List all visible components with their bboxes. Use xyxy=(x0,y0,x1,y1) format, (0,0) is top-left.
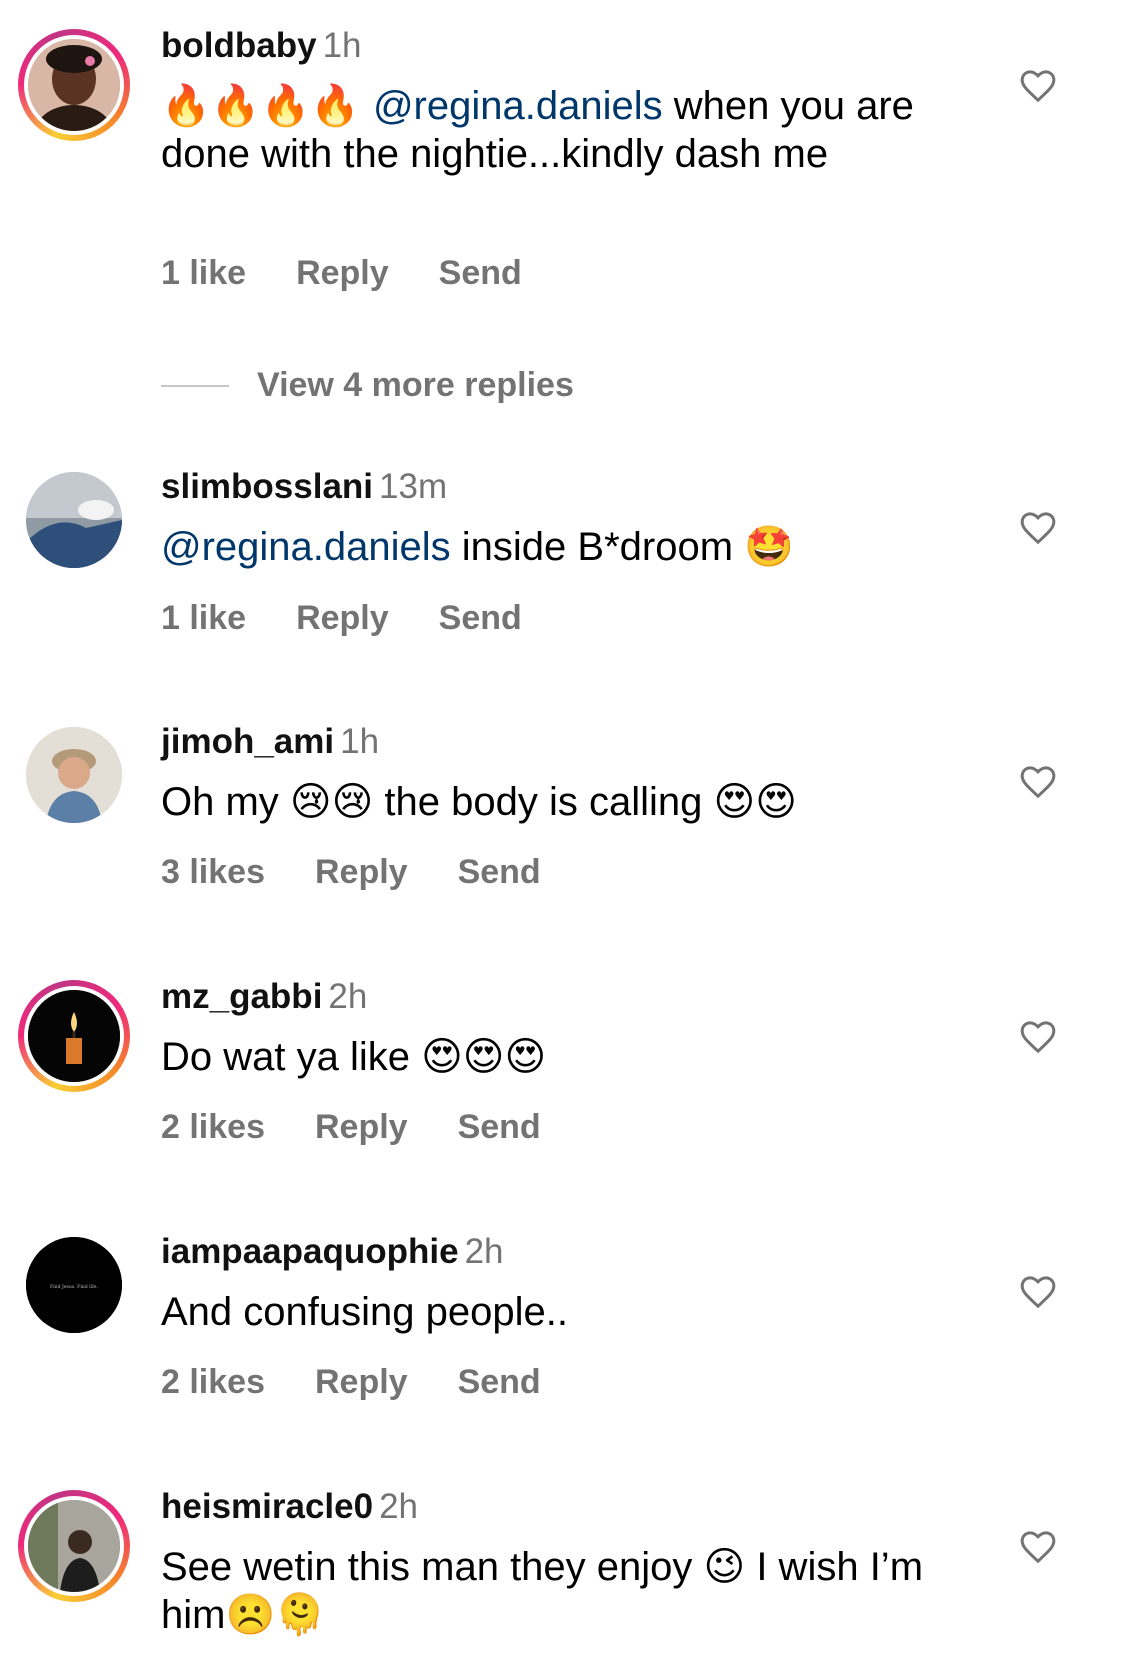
comment-text: And confusing people.. xyxy=(161,1290,568,1334)
avatar[interactable] xyxy=(18,464,130,576)
like-count[interactable]: 2 likes xyxy=(161,1108,265,1147)
comment-time: 2h xyxy=(379,1487,419,1526)
comment-time: 2h xyxy=(328,977,368,1016)
mention-link[interactable]: @regina.daniels xyxy=(161,525,451,569)
heart-outline-icon[interactable] xyxy=(1018,1272,1058,1312)
like-count[interactable]: 3 likes xyxy=(161,853,265,892)
comment-username[interactable]: heismiracle0 xyxy=(161,1487,373,1526)
comment-username[interactable]: slimbosslani xyxy=(161,467,373,506)
avatar[interactable] xyxy=(18,719,130,831)
avatar-story-ring[interactable] xyxy=(18,980,130,1092)
send-button[interactable]: Send xyxy=(458,1108,541,1147)
heart-outline-icon[interactable] xyxy=(1018,1017,1058,1057)
like-count[interactable]: 1 like xyxy=(161,254,246,293)
avatar[interactable]: Find Jesus. Find life. xyxy=(18,1229,130,1341)
comment-text: Oh my 😢😢 the body is calling 😍😍 xyxy=(161,780,797,824)
avatar xyxy=(28,990,120,1082)
comment-text: Do wat ya like 😍😍😍 xyxy=(161,1035,547,1079)
comment-time: 1h xyxy=(340,722,380,761)
mention-link[interactable]: @regina.daniels xyxy=(373,84,663,128)
send-button[interactable]: Send xyxy=(439,254,522,293)
view-more-replies[interactable]: View 4 more replies xyxy=(161,366,574,405)
comment-text: @regina.daniels inside B*droom 🤩 xyxy=(161,525,794,569)
reply-button[interactable]: Reply xyxy=(296,254,389,293)
reply-button[interactable]: Reply xyxy=(296,599,389,638)
avatar xyxy=(28,39,120,131)
heart-outline-icon[interactable] xyxy=(1018,66,1058,106)
avatar-story-ring[interactable] xyxy=(18,29,130,141)
send-button[interactable]: Send xyxy=(458,853,541,892)
svg-text:Find Jesus. Find life.: Find Jesus. Find life. xyxy=(50,1284,99,1290)
comment-username[interactable]: iampaapaquophie xyxy=(161,1232,459,1271)
reply-button[interactable]: Reply xyxy=(315,853,408,892)
comment-username[interactable]: mz_gabbi xyxy=(161,977,322,1016)
send-button[interactable]: Send xyxy=(458,1363,541,1402)
send-button[interactable]: Send xyxy=(439,599,522,638)
reply-button[interactable]: Reply xyxy=(315,1363,408,1402)
heart-outline-icon[interactable] xyxy=(1018,1527,1058,1567)
heart-outline-icon[interactable] xyxy=(1018,762,1058,802)
comment-time: 2h xyxy=(464,1232,504,1271)
avatar xyxy=(28,1500,120,1592)
divider-line xyxy=(161,384,229,387)
like-count[interactable]: 2 likes xyxy=(161,1363,265,1402)
comment-text: See wetin this man they enjoy 😉 I wish I… xyxy=(161,1545,924,1637)
comment-username[interactable]: jimoh_ami xyxy=(161,722,334,761)
comment-username[interactable]: boldbaby xyxy=(161,26,317,65)
comment-time: 13m xyxy=(379,467,448,506)
heart-outline-icon[interactable] xyxy=(1018,508,1058,548)
avatar-story-ring[interactable] xyxy=(18,1490,130,1602)
reply-button[interactable]: Reply xyxy=(315,1108,408,1147)
comment-time: 1h xyxy=(322,26,362,65)
comment-text: 🔥🔥🔥🔥 @regina.daniels when you are done w… xyxy=(161,83,914,176)
like-count[interactable]: 1 like xyxy=(161,599,246,638)
